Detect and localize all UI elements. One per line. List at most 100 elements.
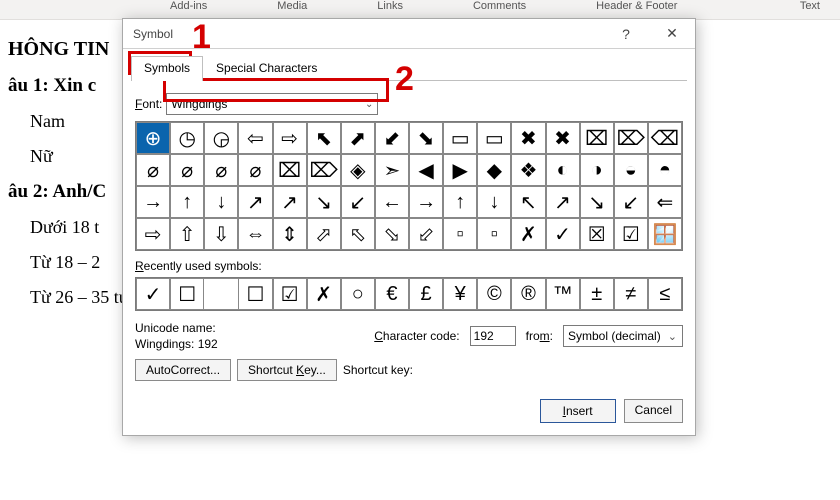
symbol-cell[interactable]: ⌫ [648, 122, 682, 154]
symbol-cell[interactable]: ◆ [477, 154, 511, 186]
symbol-cell[interactable]: ⇩ [204, 218, 238, 250]
unicode-name-value: Wingdings: 192 [135, 337, 218, 351]
symbol-cell[interactable]: ☑ [614, 218, 648, 250]
recent-symbol-cell[interactable]: ≠ [614, 278, 648, 310]
symbol-grid[interactable]: ⊕◷◶⇦⇨⬉⬈⬋⬊▭▭✖✖⌧⌦⌫⌀⌀⌀⌀⌧⌦◈➣◀▶◆❖◐◑◒◓→↑↓↗↗↘↙←… [135, 121, 683, 251]
symbol-cell[interactable]: ↙ [614, 186, 648, 218]
symbol-cell[interactable]: ▭ [477, 122, 511, 154]
ribbon-item[interactable]: Links [377, 0, 403, 12]
symbol-cell[interactable]: ◈ [341, 154, 375, 186]
symbol-cell[interactable]: ↖ [511, 186, 545, 218]
symbol-cell[interactable]: ▭ [443, 122, 477, 154]
symbol-cell[interactable]: ↗ [238, 186, 272, 218]
symbol-cell[interactable]: ◑ [580, 154, 614, 186]
symbol-cell[interactable]: ⇕ [273, 218, 307, 250]
symbol-cell[interactable]: ✓ [546, 218, 580, 250]
symbol-cell[interactable]: ⇦ [238, 122, 272, 154]
recent-symbol-cell[interactable]: € [375, 278, 409, 310]
symbol-cell[interactable]: ↗ [273, 186, 307, 218]
recent-symbol-cell[interactable]: © [477, 278, 511, 310]
symbol-cell[interactable]: ⌀ [238, 154, 272, 186]
symbol-cell[interactable]: ⌧ [580, 122, 614, 154]
symbol-cell[interactable]: ◀ [409, 154, 443, 186]
symbol-cell[interactable]: ↘ [307, 186, 341, 218]
recent-symbol-cell[interactable]: ☐ [170, 278, 204, 310]
insert-button[interactable]: Insert [540, 399, 616, 423]
symbol-cell[interactable]: ⇨ [136, 218, 170, 250]
symbol-cell[interactable]: → [409, 186, 443, 218]
font-select[interactable]: Wingdings ⌄ [166, 93, 378, 115]
recent-symbol-cell[interactable]: £ [409, 278, 443, 310]
symbol-cell[interactable]: ✖ [546, 122, 580, 154]
recent-symbols-grid[interactable]: ✓☐☐☑✗○€£¥©®™±≠≤ [135, 277, 683, 311]
symbol-cell[interactable]: ⬈ [341, 122, 375, 154]
symbol-cell[interactable]: ✗ [511, 218, 545, 250]
symbol-cell[interactable]: ⬊ [409, 122, 443, 154]
symbol-cell[interactable]: ⊕ [136, 122, 170, 154]
symbol-cell[interactable]: ↙ [341, 186, 375, 218]
help-button[interactable]: ? [603, 19, 649, 49]
symbol-cell[interactable]: ⇨ [273, 122, 307, 154]
symbol-cell[interactable]: ❖ [511, 154, 545, 186]
recent-symbol-cell[interactable]: ☑ [273, 278, 307, 310]
from-select[interactable]: Symbol (decimal) [563, 325, 683, 347]
symbol-cell[interactable]: ⇐ [648, 186, 682, 218]
symbol-cell[interactable]: ⬉ [307, 122, 341, 154]
ribbon-item[interactable]: Header & Footer [596, 0, 677, 12]
recent-symbol-cell[interactable]: ≤ [648, 278, 682, 310]
symbol-cell[interactable]: ⌀ [204, 154, 238, 186]
symbol-cell[interactable]: ⬋ [375, 122, 409, 154]
symbol-cell[interactable]: ↑ [170, 186, 204, 218]
symbol-cell[interactable]: ◒ [614, 154, 648, 186]
titlebar[interactable]: Symbol ? ✕ [123, 19, 695, 49]
symbol-cell[interactable]: ◶ [204, 122, 238, 154]
symbol-cell[interactable]: ✖ [511, 122, 545, 154]
symbol-cell[interactable]: ↘ [580, 186, 614, 218]
symbol-cell[interactable]: ▫ [443, 218, 477, 250]
symbol-cell[interactable]: ← [375, 186, 409, 218]
cancel-button[interactable]: Cancel [624, 399, 683, 423]
ribbon-item[interactable]: Add-ins [170, 0, 207, 12]
symbol-cell[interactable]: ↓ [204, 186, 238, 218]
recent-symbol-cell[interactable]: ± [580, 278, 614, 310]
charcode-input[interactable] [470, 326, 516, 346]
unicode-name-label: Unicode name: [135, 321, 218, 335]
symbol-cell[interactable]: ➣ [375, 154, 409, 186]
shortcut-key-button[interactable]: Shortcut Key... [237, 359, 337, 381]
recent-symbol-cell[interactable]: ✗ [307, 278, 341, 310]
recent-symbol-cell[interactable]: ☐ [238, 278, 272, 310]
symbol-cell[interactable]: ⬂ [375, 218, 409, 250]
ribbon-item[interactable]: Comments [473, 0, 526, 12]
recent-symbol-cell[interactable]: ® [511, 278, 545, 310]
symbol-cell[interactable]: ⬃ [409, 218, 443, 250]
symbol-cell[interactable]: ⇧ [170, 218, 204, 250]
symbol-cell[interactable]: ☒ [580, 218, 614, 250]
autocorrect-button[interactable]: AutoCorrect... [135, 359, 231, 381]
symbol-cell[interactable]: ⇔ [238, 218, 272, 250]
tab-symbols[interactable]: Symbols [131, 56, 203, 81]
symbol-cell[interactable]: ◓ [648, 154, 682, 186]
symbol-cell[interactable]: ⌦ [614, 122, 648, 154]
symbol-cell[interactable]: 🪟 [648, 218, 682, 250]
recent-symbol-cell[interactable]: ™ [546, 278, 580, 310]
symbol-cell[interactable]: ▫ [477, 218, 511, 250]
symbol-cell[interactable]: ⌦ [307, 154, 341, 186]
symbol-cell[interactable]: ⌧ [273, 154, 307, 186]
close-button[interactable]: ✕ [649, 19, 695, 49]
symbol-cell[interactable]: ⌀ [136, 154, 170, 186]
recent-symbol-cell[interactable]: ¥ [443, 278, 477, 310]
symbol-cell[interactable]: ↗ [546, 186, 580, 218]
symbol-cell[interactable]: ▶ [443, 154, 477, 186]
ribbon-item[interactable]: Media [277, 0, 307, 12]
symbol-cell[interactable]: ◐ [546, 154, 580, 186]
symbol-cell[interactable]: ↓ [477, 186, 511, 218]
recent-symbol-cell[interactable]: ✓ [136, 278, 170, 310]
tab-special-characters[interactable]: Special Characters [203, 56, 330, 81]
symbol-cell[interactable]: ◷ [170, 122, 204, 154]
symbol-cell[interactable]: ⬁ [341, 218, 375, 250]
symbol-cell[interactable]: → [136, 186, 170, 218]
symbol-cell[interactable]: ⬀ [307, 218, 341, 250]
recent-symbol-cell[interactable]: ○ [341, 278, 375, 310]
symbol-cell[interactable]: ↑ [443, 186, 477, 218]
symbol-cell[interactable]: ⌀ [170, 154, 204, 186]
